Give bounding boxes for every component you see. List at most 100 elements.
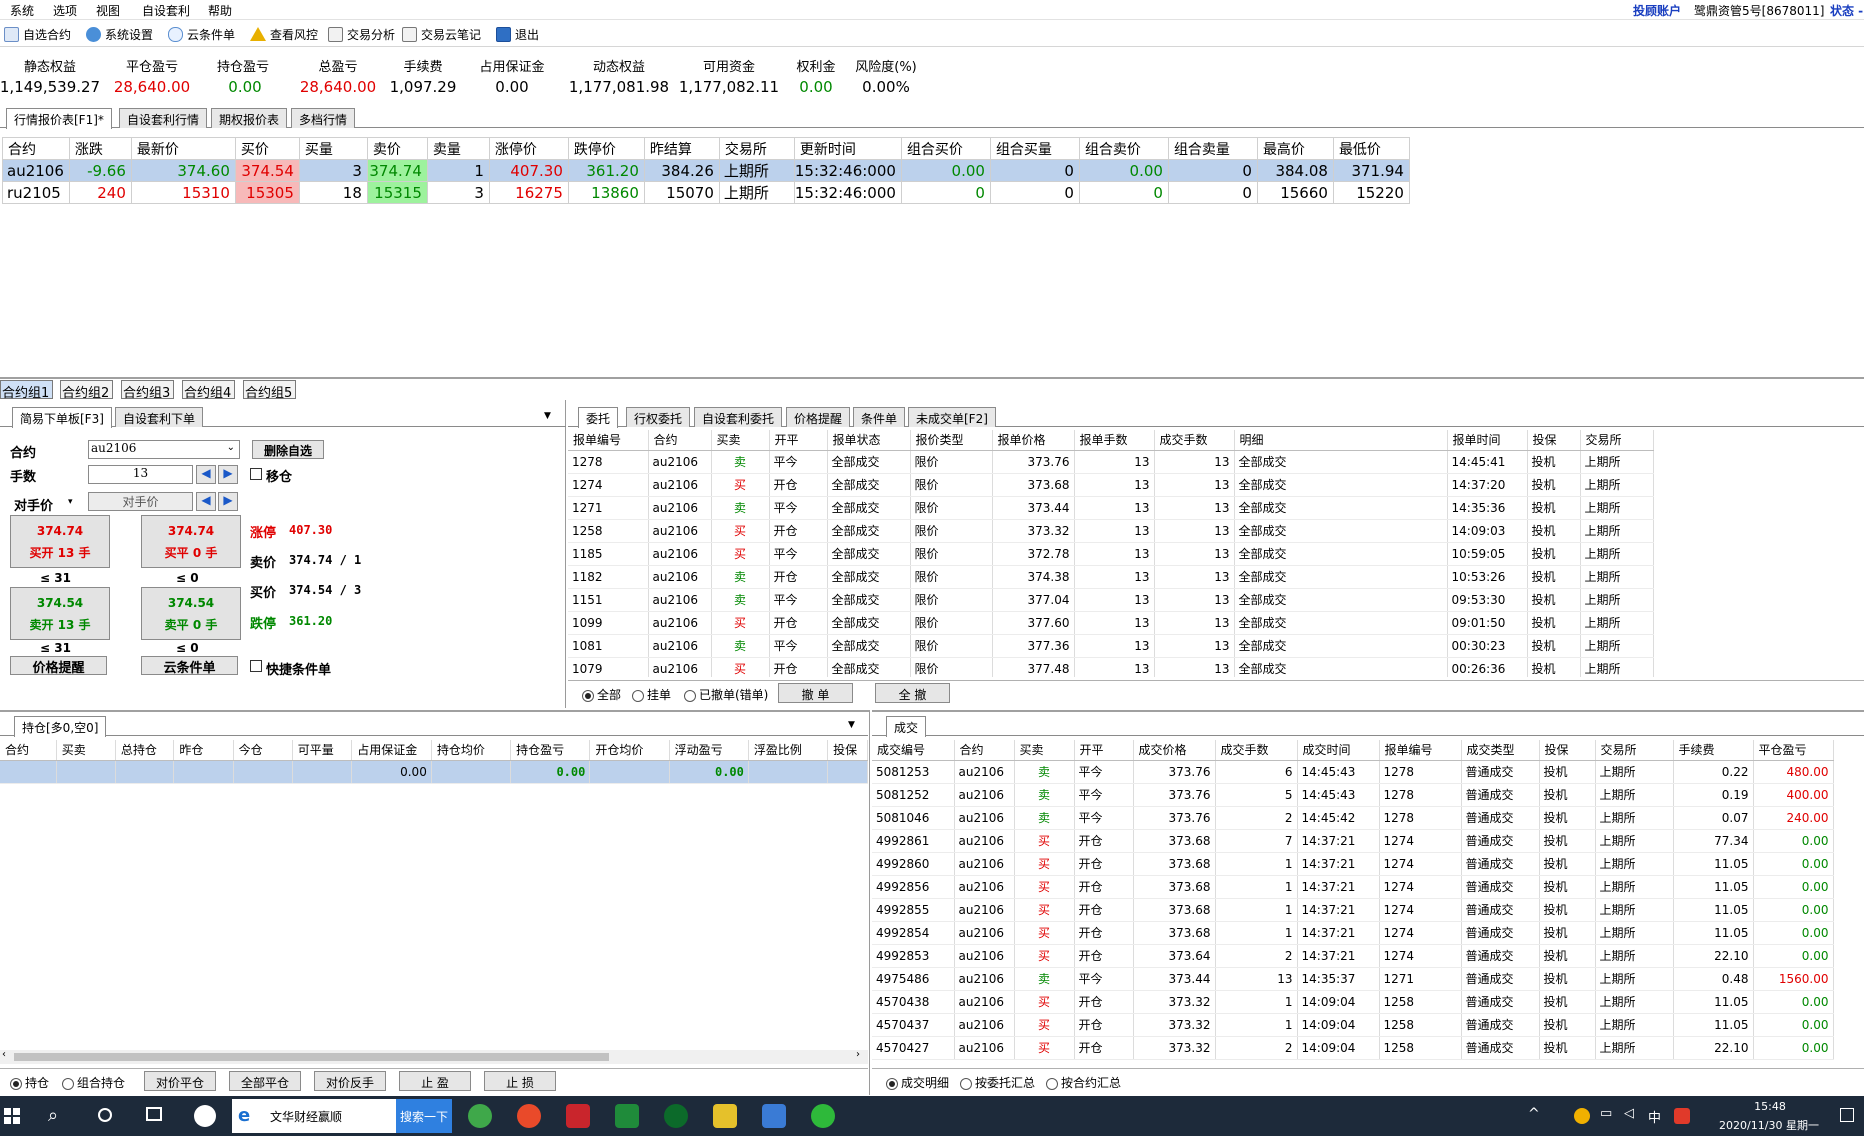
trades-column-header[interactable]: 手续费 — [1673, 740, 1754, 761]
taskbar-search-box[interactable]: e 文华财经赢顺 — [232, 1099, 396, 1133]
app-icon[interactable] — [194, 1105, 216, 1127]
trade-row[interactable]: 4992856 au2106 买开仓 373.68 1 14:37:21 1274 普通成交投… — [872, 875, 1834, 899]
trades-column-header[interactable]: 买卖 — [1014, 740, 1075, 761]
menu-help[interactable]: 帮助 — [208, 2, 232, 19]
scrollbar-thumb[interactable] — [14, 1053, 609, 1061]
task-view-icon[interactable] — [146, 1107, 162, 1121]
tab-price-alerts[interactable]: 价格提醒 — [786, 407, 851, 427]
positions-grid-viewport[interactable]: 合约 买卖 总持仓 昨仓 今仓 可平量 占用保证金 持仓均价 持仓盈亏 开仓均价 浮动盈亏 浮盈比例投… — [0, 740, 868, 1040]
notifications-icon[interactable] — [1840, 1108, 1854, 1122]
trades-column-header[interactable]: 成交时间 — [1297, 740, 1380, 761]
search-icon[interactable]: ⌕ — [48, 1105, 58, 1126]
order-row[interactable]: 1081 au2106 卖平今 全部成交 限价 377.36 13 13 全部成交 00:30:2… — [568, 634, 1654, 658]
sell-close-button[interactable]: 374.54 卖平 0 手 — [141, 587, 241, 640]
orders-column-header[interactable]: 成交手数 — [1154, 430, 1235, 451]
wechat-icon[interactable] — [811, 1104, 835, 1128]
orders-column-header[interactable]: 报单手数 — [1074, 430, 1155, 451]
positions-column-header[interactable]: 浮动盈亏 — [669, 740, 749, 761]
system-settings-button[interactable]: 系统设置 — [86, 25, 153, 43]
orders-column-header[interactable]: 报价类型 — [910, 430, 993, 451]
input-method-indicator[interactable]: 中 — [1648, 1107, 1661, 1126]
market-column-header[interactable]: 交易所 — [718, 137, 795, 160]
orders-column-header[interactable]: 开平 — [769, 430, 828, 451]
market-column-header[interactable]: 买量 — [298, 137, 368, 160]
tab-group-5[interactable]: 合约组5 — [243, 380, 297, 401]
market-column-header[interactable]: 跌停价 — [567, 137, 645, 160]
network-icon[interactable]: ▭ — [1600, 1106, 1612, 1121]
orders-column-header[interactable]: 报单状态 — [827, 430, 911, 451]
price-input[interactable]: 对手价 — [88, 492, 193, 511]
trade-row[interactable]: 4992853 au2106 买开仓 373.64 2 14:37:21 1274 普通成交投… — [872, 944, 1834, 968]
tab-arbitrage-order[interactable]: 自设套利下单 — [115, 407, 204, 427]
menu-arbitrage[interactable]: 自设套利 — [142, 2, 190, 19]
trade-analysis-button[interactable]: 交易分析 — [328, 25, 395, 43]
tab-trades[interactable]: 成交 — [886, 716, 927, 737]
market-column-header[interactable]: 组合卖价 — [1078, 137, 1169, 160]
trade-row[interactable]: 4992861 au2106 买开仓 373.68 7 14:37:21 1274 普通成交投… — [872, 829, 1834, 853]
window-app-icon[interactable] — [762, 1104, 786, 1128]
orders-column-header[interactable]: 合约 — [648, 430, 712, 451]
positions-column-header[interactable]: 今仓 — [233, 740, 293, 761]
price-mode-select[interactable]: 对手价 — [14, 495, 53, 514]
tab-exercise-orders[interactable]: 行权委托 — [626, 407, 691, 427]
menu-system[interactable]: 系统 — [10, 2, 34, 19]
watchlist-button[interactable]: 自选合约 — [4, 25, 71, 43]
market-row[interactable]: ru2105 240 15310 15305 18 15315 3 16275 13860 150… — [2, 181, 1410, 204]
menu-view[interactable]: 视图 — [96, 2, 120, 19]
order-row[interactable]: 1274 au2106 买开仓 全部成交 限价 373.68 13 13 全部成交 14:37:2… — [568, 473, 1654, 497]
contract-select[interactable]: au2106 ⌄ — [88, 440, 240, 459]
cloud-notes-button[interactable]: 交易云笔记 — [402, 25, 481, 43]
trading-app-icon[interactable] — [615, 1104, 639, 1128]
trades-column-header[interactable]: 成交价格 — [1133, 740, 1216, 761]
trade-row[interactable]: 5081252 au2106 卖平今 373.76 5 14:45:43 1278 普通成交投… — [872, 783, 1834, 807]
orders-column-header[interactable]: 买卖 — [711, 430, 770, 451]
positions-column-header[interactable]: 投保 — [827, 740, 868, 761]
cortana-icon[interactable] — [98, 1108, 112, 1122]
trades-column-header[interactable]: 交易所 — [1595, 740, 1674, 761]
by-order-radio[interactable]: 按委托汇总 — [960, 1074, 1035, 1091]
move-position-checkbox[interactable] — [250, 468, 262, 480]
buy-open-button[interactable]: 374.74 买开 13 手 — [10, 515, 110, 568]
wh7-app-icon[interactable] — [566, 1104, 590, 1128]
volume-icon[interactable]: ◁ — [1624, 1106, 1634, 1121]
market-column-header[interactable]: 涨停价 — [488, 137, 569, 160]
price-alert-button[interactable]: 价格提醒 — [10, 656, 107, 676]
tab-arbitrage-orders[interactable]: 自设套利委托 — [694, 407, 783, 427]
positions-column-header[interactable]: 开仓均价 — [589, 740, 670, 761]
market-column-header[interactable]: 卖量 — [426, 137, 490, 160]
trade-row[interactable]: 4975486 au2106 卖平今 373.44 13 14:35:37 1271 普通成交… — [872, 967, 1834, 991]
trades-column-header[interactable]: 投保 — [1539, 740, 1596, 761]
combo-positions-radio[interactable]: 组合持仓 — [62, 1074, 125, 1091]
trades-grid-viewport[interactable]: 成交编号 合约 买卖 开平 成交价格 成交手数 成交时间 报单编号 成交类型 投保 交易所 手续费 平仓… — [872, 740, 1864, 1066]
trades-column-header[interactable]: 开平 — [1074, 740, 1134, 761]
quantity-decrease-button[interactable]: ◀ — [196, 465, 216, 484]
quantity-increase-button[interactable]: ▶ — [218, 465, 238, 484]
positions-hscrollbar[interactable]: ‹ › — [0, 1049, 868, 1064]
cancel-all-button[interactable]: 全 撤 — [875, 683, 950, 703]
risk-control-button[interactable]: 查看风控 — [250, 25, 318, 43]
dropdown-arrow-icon[interactable]: ▼ — [544, 411, 551, 421]
chevron-right-icon[interactable]: › — [856, 1049, 860, 1060]
tab-orders[interactable]: 委托 — [578, 407, 619, 428]
close-all-button[interactable]: 全部平仓 — [229, 1071, 301, 1091]
positions-column-header[interactable]: 昨仓 — [173, 740, 234, 761]
exit-button[interactable]: 退出 — [496, 25, 539, 43]
price-decrease-button[interactable]: ◀ — [196, 492, 216, 511]
quantity-input[interactable]: 13 — [88, 465, 193, 484]
trade-row[interactable]: 4992854 au2106 买开仓 373.68 1 14:37:21 1274 普通成交投… — [872, 921, 1834, 945]
orders-grid-viewport[interactable]: 报单编号 合约 买卖 开平 报单状态 报价类型 报单价格 报单手数 成交手数 明细 报单时间 投保 交易… — [568, 430, 1864, 677]
trade-row[interactable]: 4570437 au2106 买开仓 373.32 1 14:09:04 1258 普通成交投… — [872, 1013, 1834, 1037]
sogou-icon[interactable] — [1674, 1108, 1690, 1124]
order-row[interactable]: 1278 au2106 卖平今 全部成交 限价 373.76 13 13 全部成交 14:45:4… — [568, 450, 1654, 474]
position-row[interactable]: 0.00 0.00 0.00 — [0, 760, 868, 784]
tab-group-4[interactable]: 合约组4 — [182, 380, 236, 401]
orders-column-header[interactable]: 交易所 — [1580, 430, 1654, 451]
trade-row[interactable]: 5081253 au2106 卖平今 373.76 6 14:45:43 1278 普通成交投… — [872, 760, 1834, 784]
market-column-header[interactable]: 昨结算 — [643, 137, 720, 160]
filter-pending-radio[interactable]: 挂单 — [632, 686, 671, 703]
orders-column-header[interactable]: 报单编号 — [568, 430, 649, 451]
market-row[interactable]: au2106 -9.66 374.60 374.54 3 374.74 1 407.30 361… — [2, 159, 1410, 182]
menu-options[interactable]: 选项 — [53, 2, 77, 19]
360-browser-icon[interactable] — [468, 1104, 492, 1128]
chevron-up-icon[interactable]: ^ — [1528, 1106, 1540, 1122]
